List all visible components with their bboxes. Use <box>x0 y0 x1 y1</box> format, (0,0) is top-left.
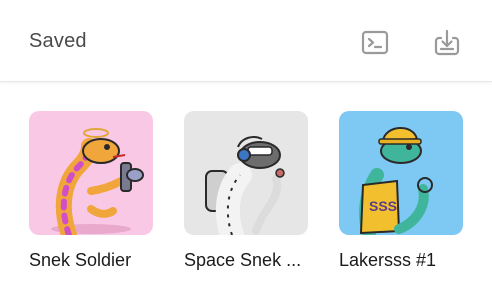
snake-lakers-art: SSS <box>359 127 433 235</box>
nft-thumbnail[interactable] <box>29 111 153 235</box>
nft-thumbnail[interactable] <box>184 111 308 235</box>
nft-card[interactable]: SSS Lakersss #1 <box>339 111 465 271</box>
svg-text:SSS: SSS <box>369 198 397 214</box>
nft-card[interactable]: Space Snek ... <box>184 111 310 271</box>
nft-thumbnail[interactable]: SSS <box>339 111 463 235</box>
terminal-button[interactable] <box>360 28 390 58</box>
snake-astronaut-art <box>205 136 285 235</box>
snake-soldier-art <box>51 128 144 235</box>
download-icon <box>434 29 460 56</box>
nft-name: Space Snek ... <box>184 250 302 270</box>
download-button[interactable] <box>432 28 462 58</box>
nft-name: Snek Soldier <box>29 250 132 270</box>
terminal-icon <box>361 30 389 55</box>
nft-name: Lakersss #1 <box>339 250 437 270</box>
page-title: Saved <box>29 30 87 52</box>
app-header: Saved <box>0 0 492 82</box>
nft-card[interactable]: Snek Soldier <box>29 111 155 271</box>
